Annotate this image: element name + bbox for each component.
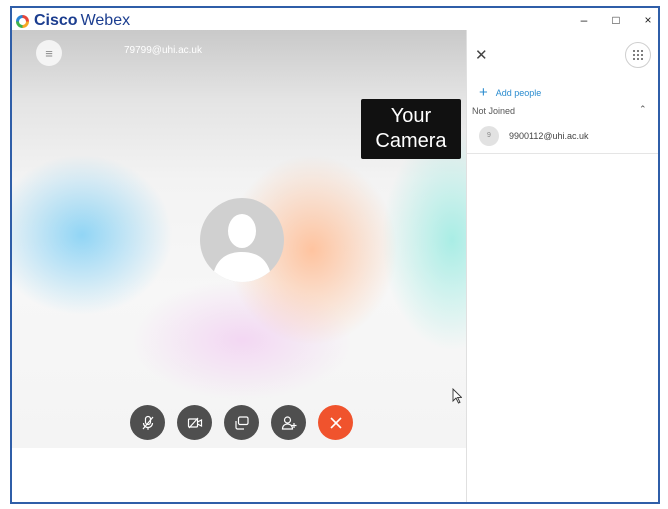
close-icon [329,416,342,429]
app-window: Cisco Webex – □ × ≡ 79799@uhi.ac.uk Your… [10,6,660,504]
section-not-joined: Not Joined [472,106,516,116]
participants-button[interactable] [271,405,306,440]
participant-avatar [200,198,284,282]
participant-row[interactable]: 9 9900112@uhi.ac.uk [467,118,658,154]
camera-annotation: Your Camera [361,99,461,159]
camera-annotation-line1: Your [390,105,432,127]
video-off-icon [187,417,202,428]
close-window-button[interactable]: × [636,11,658,29]
share-screen-icon [234,415,249,430]
maximize-button[interactable]: □ [604,11,628,29]
call-controls [130,405,353,440]
webex-logo-icon [16,14,29,28]
close-icon: ✕ [475,47,488,64]
meeting-id: 79799@uhi.ac.uk [124,45,202,56]
share-button[interactable] [224,405,259,440]
end-call-button[interactable] [318,405,353,440]
logo-product: Webex [80,12,131,29]
minimize-button[interactable]: – [572,11,596,29]
person-silhouette-icon [212,214,272,282]
add-participant-icon [281,415,296,430]
mute-button[interactable] [130,405,165,440]
plus-icon: + [479,84,488,101]
participant-email: 9900112@uhi.ac.uk [509,130,589,141]
participants-panel: ✕ + Add people Not Joined ⌃ 9 9900112@uh… [466,30,658,502]
grid-icon [633,50,643,60]
logo-brand: Cisco [34,12,78,29]
video-area: ≡ 79799@uhi.ac.uk Your Camera [12,30,466,448]
hamburger-icon: ≡ [45,45,53,61]
menu-button[interactable]: ≡ [36,40,62,66]
camera-annotation-line2: Camera [375,130,447,152]
chevron-up-icon[interactable]: ⌃ [639,104,647,115]
panel-close-button[interactable]: ✕ [475,46,488,64]
app-logo: Cisco Webex [16,10,130,32]
add-people-button[interactable]: + Add people [479,84,541,101]
video-button[interactable] [177,405,212,440]
dialpad-button[interactable] [625,42,651,68]
mouse-cursor-icon [452,388,462,404]
microphone-muted-icon [142,415,153,430]
add-people-label: Add people [495,87,542,98]
participant-initial: 9 [479,125,499,146]
